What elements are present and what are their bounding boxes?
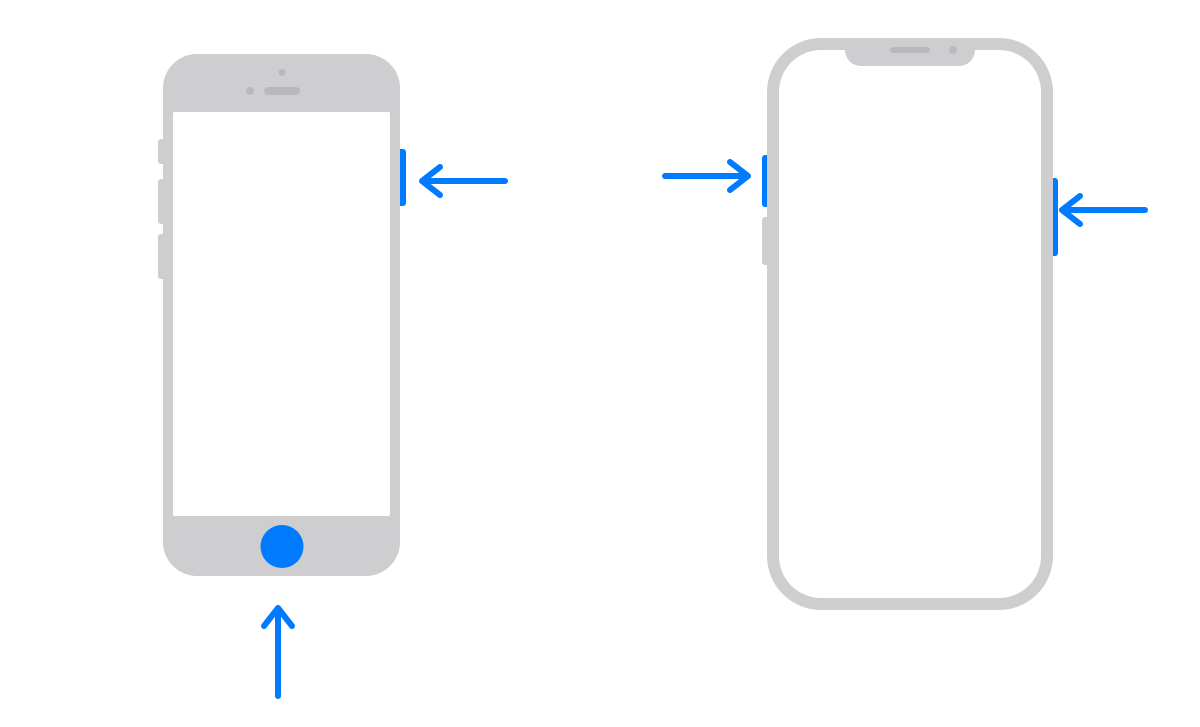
home-button-highlight bbox=[260, 525, 303, 568]
earpiece-slot bbox=[264, 87, 300, 95]
iphone-home-button bbox=[163, 54, 400, 576]
arrow-up-icon bbox=[258, 596, 298, 701]
earpiece-slot bbox=[890, 47, 930, 53]
volume-down-button bbox=[762, 217, 767, 265]
front-camera-dot bbox=[246, 87, 254, 95]
volume-up-button bbox=[158, 179, 163, 224]
iphone-face-id bbox=[779, 50, 1041, 598]
front-camera-dot bbox=[949, 46, 957, 54]
side-button-highlight bbox=[400, 149, 406, 206]
phone-frame bbox=[779, 50, 1041, 598]
top-sensor-dot bbox=[278, 69, 285, 76]
notch bbox=[845, 38, 975, 66]
mute-switch bbox=[158, 139, 163, 164]
arrow-left-icon bbox=[410, 161, 510, 201]
arrow-left-icon bbox=[1050, 190, 1150, 230]
volume-down-button bbox=[158, 234, 163, 279]
phone-screen bbox=[173, 112, 390, 516]
volume-up-button-highlight bbox=[762, 155, 767, 207]
arrow-right-icon bbox=[660, 156, 760, 196]
